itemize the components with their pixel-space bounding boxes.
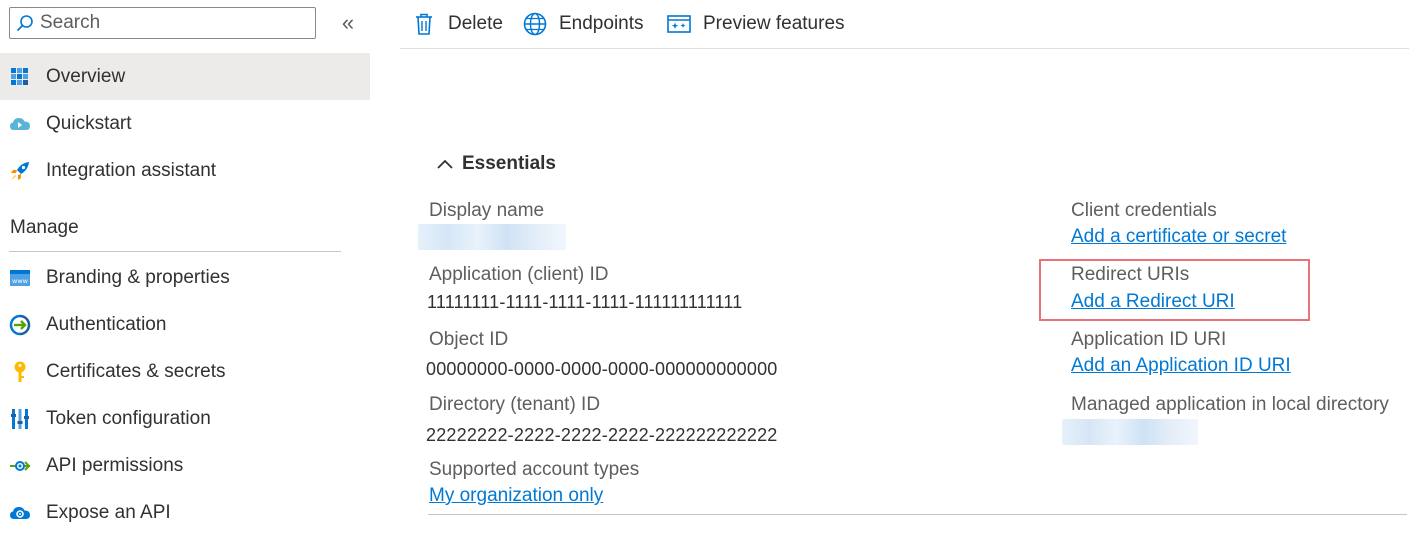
chevron-up-icon <box>436 158 454 170</box>
add-app-id-uri-link[interactable]: Add an Application ID URI <box>1071 355 1291 377</box>
account-types-label: Supported account types <box>429 459 640 480</box>
sidebar: « Overview Quickstart Integration assist… <box>0 0 370 527</box>
managed-app-label: Managed application in local directory <box>1071 394 1389 415</box>
essentials-bottom-divider <box>428 514 1407 515</box>
account-types-link[interactable]: My organization only <box>429 485 603 507</box>
globe-icon <box>523 12 547 36</box>
trash-icon <box>412 12 436 36</box>
preview-features-icon <box>667 12 691 36</box>
rocket-icon <box>9 160 31 182</box>
sidebar-item-authentication[interactable]: Authentication <box>0 301 370 348</box>
sidebar-item-expose-api[interactable]: Expose an API <box>0 489 370 536</box>
authentication-arrow-icon <box>9 314 31 336</box>
token-bars-icon <box>9 408 31 430</box>
essentials-toggle[interactable]: Essentials <box>436 153 556 175</box>
delete-button[interactable]: Delete <box>412 8 503 40</box>
tenant-id-value: 22222222-2222-2222-2222-222222222222 <box>426 425 778 445</box>
sidebar-item-token-configuration[interactable]: Token configuration <box>0 395 370 442</box>
sidebar-item-api-permissions[interactable]: API permissions <box>0 442 370 489</box>
preview-features-label: Preview features <box>703 13 845 34</box>
endpoints-label: Endpoints <box>559 13 644 34</box>
delete-label: Delete <box>448 13 503 34</box>
sidebar-item-label: Expose an API <box>46 501 171 523</box>
preview-features-button[interactable]: Preview features <box>667 8 845 40</box>
endpoints-button[interactable]: Endpoints <box>523 8 644 40</box>
search-box[interactable] <box>9 7 316 39</box>
sidebar-item-label: Quickstart <box>46 112 132 134</box>
cloud-gear-icon <box>9 502 31 524</box>
key-icon <box>9 361 31 383</box>
display-name-value-redacted <box>418 224 566 250</box>
sidebar-item-label: Token configuration <box>46 407 211 429</box>
section-divider <box>9 251 341 252</box>
sidebar-item-branding[interactable]: www Branding & properties <box>0 254 370 301</box>
client-credentials-label: Client credentials <box>1071 200 1217 221</box>
search-icon <box>10 14 40 32</box>
sidebar-item-quickstart[interactable]: Quickstart <box>0 100 370 147</box>
svg-text:www: www <box>12 277 29 285</box>
sidebar-item-integration-assistant[interactable]: Integration assistant <box>0 147 370 194</box>
command-bar: Delete Endpoints Preview features <box>400 0 1409 49</box>
sidebar-item-label: API permissions <box>46 454 184 476</box>
api-permissions-icon <box>9 455 31 477</box>
object-id-value: 00000000-0000-0000-0000-000000000000 <box>426 359 778 379</box>
sidebar-item-overview[interactable]: Overview <box>0 53 370 100</box>
redirect-uri-highlight <box>1039 259 1310 321</box>
app-id-value: 11111111-1111-1111-1111-111111111111 <box>427 292 743 312</box>
sidebar-item-label: Integration assistant <box>46 159 217 181</box>
www-branding-icon: www <box>9 267 31 289</box>
manage-section-heading: Manage <box>10 217 79 238</box>
collapse-sidebar-button[interactable]: « <box>336 10 360 36</box>
object-id-label: Object ID <box>429 329 509 350</box>
app-id-label: Application (client) ID <box>429 264 609 285</box>
sidebar-item-label: Certificates & secrets <box>46 360 226 382</box>
app-id-uri-label: Application ID URI <box>1071 329 1227 350</box>
sidebar-item-label: Branding & properties <box>46 266 230 288</box>
tenant-id-label: Directory (tenant) ID <box>429 394 601 415</box>
command-bar-divider <box>400 48 1409 49</box>
sidebar-item-label: Authentication <box>46 313 167 335</box>
overview-grid-icon <box>9 66 31 88</box>
managed-app-value-redacted[interactable] <box>1062 419 1198 445</box>
add-certificate-link[interactable]: Add a certificate or secret <box>1071 226 1286 248</box>
essentials-title: Essentials <box>462 153 556 174</box>
sidebar-item-certificates[interactable]: Certificates & secrets <box>0 348 370 395</box>
search-input[interactable] <box>40 12 300 34</box>
cloud-quickstart-icon <box>9 113 31 135</box>
display-name-label: Display name <box>429 200 545 221</box>
sidebar-item-label: Overview <box>46 65 126 87</box>
